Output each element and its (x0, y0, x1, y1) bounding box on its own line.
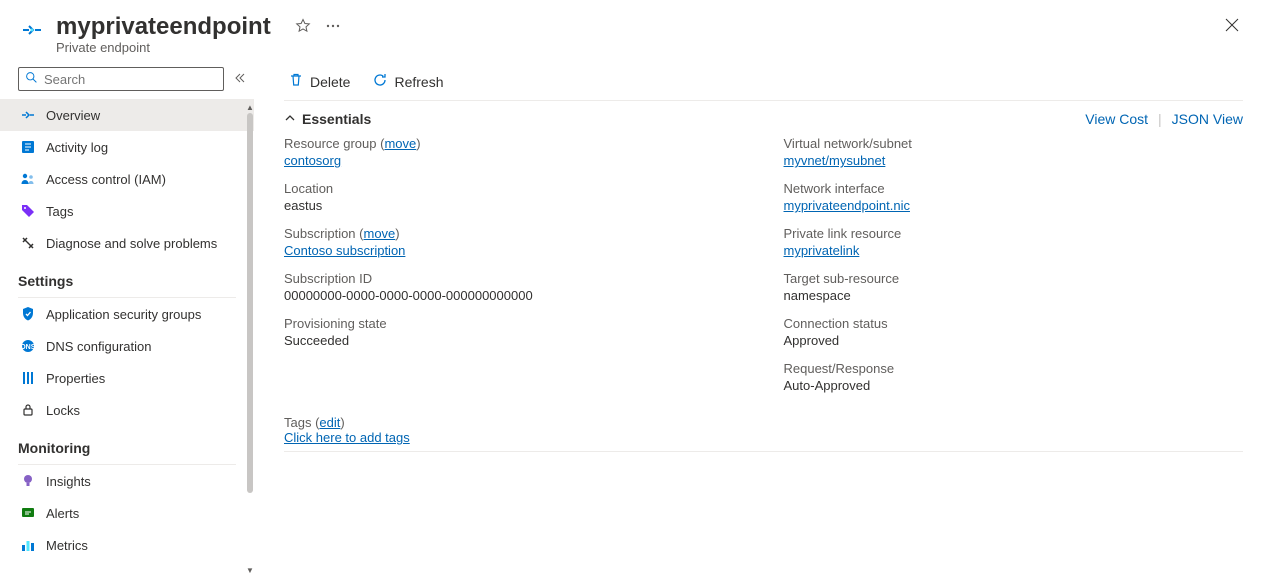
nav-access-control[interactable]: Access control (IAM) (0, 163, 254, 195)
plr-value[interactable]: myprivatelink (784, 243, 860, 258)
nav-section-monitoring: Monitoring (0, 426, 254, 460)
nav-tags-label: Tags (46, 204, 73, 219)
tags-edit-link[interactable]: edit (319, 415, 340, 430)
nav-app-security-groups[interactable]: Application security groups (0, 298, 254, 330)
move-resource-group-link[interactable]: move (384, 136, 416, 151)
nav-tags[interactable]: Tags (0, 195, 254, 227)
scroll-down-icon[interactable]: ▼ (246, 566, 254, 574)
refresh-label: Refresh (394, 74, 443, 90)
plr-label: Private link resource (784, 226, 1244, 241)
scroll-up-icon[interactable]: ▲ (246, 103, 254, 111)
nav-dns-configuration[interactable]: DNS DNS configuration (0, 330, 254, 362)
metrics-icon (20, 537, 36, 553)
divider (284, 451, 1243, 452)
nav-metrics[interactable]: Metrics (0, 529, 254, 561)
diagnose-icon (20, 235, 36, 251)
insights-icon (20, 473, 36, 489)
conn-status-value: Approved (784, 333, 1244, 348)
search-input-wrapper[interactable] (18, 67, 224, 91)
resource-icon (18, 16, 46, 47)
provisioning-state-value: Succeeded (284, 333, 744, 348)
json-view-link[interactable]: JSON View (1172, 111, 1243, 127)
nav-locks-label: Locks (46, 403, 80, 418)
nav-diagnose[interactable]: Diagnose and solve problems (0, 227, 254, 259)
request-response-label: Request/Response (784, 361, 1244, 376)
nav-insights-label: Insights (46, 474, 91, 489)
subscription-value[interactable]: Contoso subscription (284, 243, 405, 258)
nav-access-control-label: Access control (IAM) (46, 172, 166, 187)
nav-alerts-label: Alerts (46, 506, 79, 521)
location-label: Location (284, 181, 744, 196)
target-value: namespace (784, 288, 1244, 303)
tags-icon (20, 203, 36, 219)
add-tags-link[interactable]: Click here to add tags (284, 430, 410, 445)
nav-activity-log[interactable]: Activity log (0, 131, 254, 163)
resource-group-label: Resource group (284, 136, 377, 151)
location-value: eastus (284, 198, 744, 213)
nav-overview-label: Overview (46, 108, 100, 123)
vnet-subnet-label: Virtual network/subnet (784, 136, 1244, 151)
vnet-subnet-value[interactable]: myvnet/mysubnet (784, 153, 886, 168)
conn-status-label: Connection status (784, 316, 1244, 331)
nav-overview[interactable]: Overview (0, 99, 254, 131)
dns-icon: DNS (20, 338, 36, 354)
nic-label: Network interface (784, 181, 1244, 196)
nav-alerts[interactable]: Alerts (0, 497, 254, 529)
nav-metrics-label: Metrics (46, 538, 88, 553)
request-response-value: Auto-Approved (784, 378, 1244, 393)
nic-value[interactable]: myprivateendpoint.nic (784, 198, 910, 213)
properties-icon (20, 370, 36, 386)
page-subtitle: Private endpoint (56, 40, 271, 55)
page-title: myprivateendpoint (56, 14, 271, 40)
refresh-button[interactable]: Refresh (368, 63, 447, 100)
shield-icon (20, 306, 36, 322)
essentials-chevron-icon[interactable] (284, 111, 296, 127)
subscription-id-value: 00000000-0000-0000-0000-000000000000 (284, 288, 744, 303)
target-label: Target sub-resource (784, 271, 1244, 286)
collapse-sidebar-button[interactable] (234, 72, 246, 87)
overview-icon (20, 107, 36, 123)
favorite-button[interactable] (295, 18, 311, 34)
essentials-title: Essentials (302, 111, 371, 127)
lock-icon (20, 402, 36, 418)
nav-section-settings: Settings (0, 259, 254, 293)
tags-label: Tags (284, 415, 311, 430)
refresh-icon (372, 72, 388, 91)
alerts-icon (20, 505, 36, 521)
sidebar-scrollbar[interactable]: ▲ ▼ (246, 103, 254, 574)
nav-properties-label: Properties (46, 371, 105, 386)
nav-diagnose-label: Diagnose and solve problems (46, 236, 217, 251)
separator: | (1158, 111, 1162, 127)
access-control-icon (20, 171, 36, 187)
subscription-id-label: Subscription ID (284, 271, 744, 286)
resource-group-value[interactable]: contosorg (284, 153, 341, 168)
close-button[interactable] (1225, 18, 1239, 32)
nav-insights[interactable]: Insights (0, 465, 254, 497)
more-button[interactable] (325, 18, 341, 34)
activity-log-icon (20, 139, 36, 155)
nav-activity-log-label: Activity log (46, 140, 108, 155)
nav-dns-label: DNS configuration (46, 339, 152, 354)
nav-asg-label: Application security groups (46, 307, 201, 322)
search-input[interactable] (44, 72, 217, 87)
nav-locks[interactable]: Locks (0, 394, 254, 426)
move-subscription-link[interactable]: move (364, 226, 396, 241)
nav-properties[interactable]: Properties (0, 362, 254, 394)
delete-icon (288, 72, 304, 91)
delete-button[interactable]: Delete (284, 63, 354, 100)
view-cost-link[interactable]: View Cost (1085, 111, 1148, 127)
provisioning-state-label: Provisioning state (284, 316, 744, 331)
search-icon (25, 71, 38, 87)
scroll-thumb[interactable] (247, 113, 253, 493)
svg-text:DNS: DNS (21, 344, 36, 351)
subscription-label: Subscription (284, 226, 356, 241)
delete-label: Delete (310, 74, 350, 90)
